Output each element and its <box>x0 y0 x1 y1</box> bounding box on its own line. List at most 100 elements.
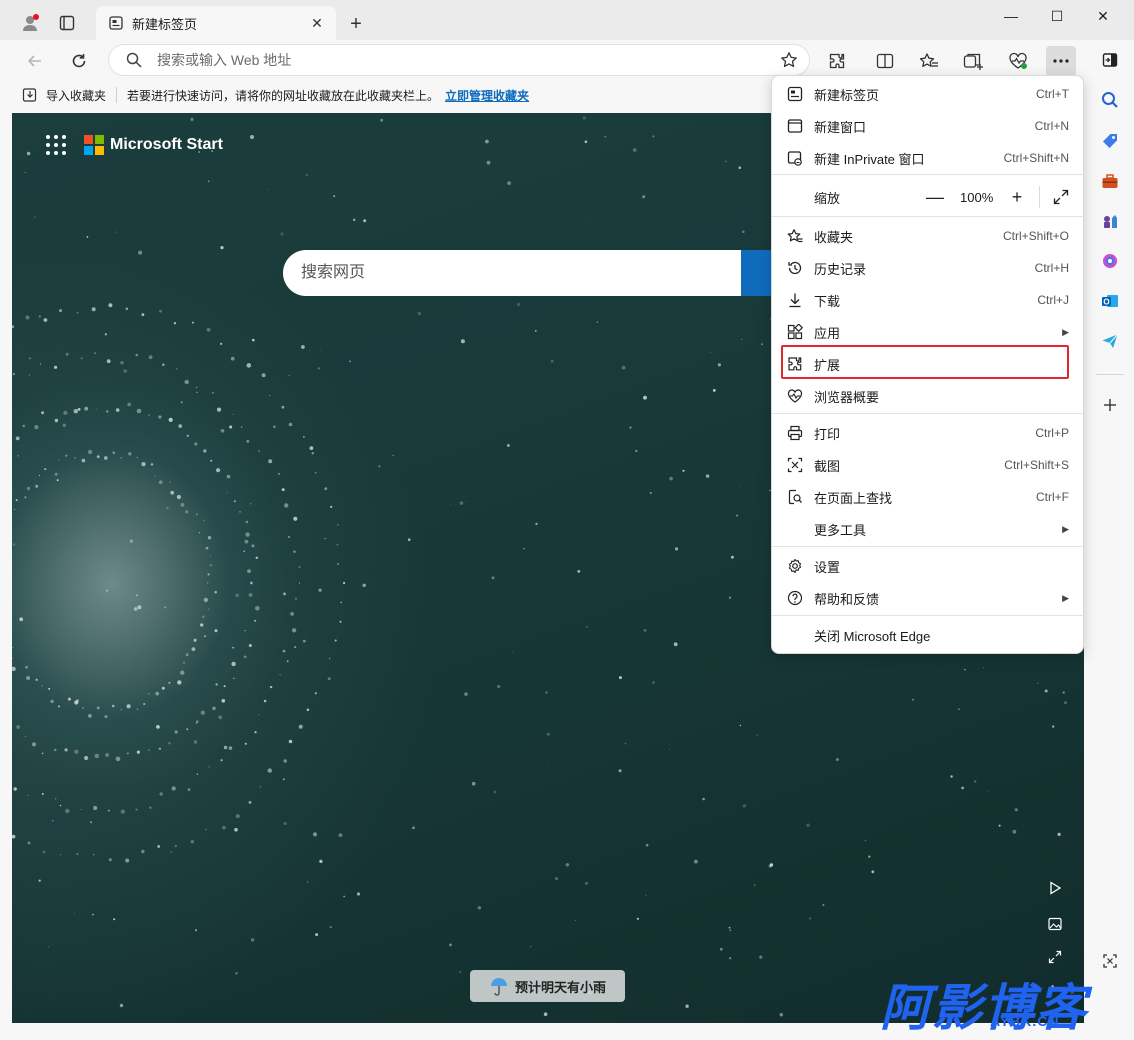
menu-help-and-feedback[interactable]: 帮助和反馈 ▶ <box>776 582 1079 614</box>
favorites-bar-message: 若要进行快速访问，请将你的网址收藏放在此收藏夹栏上。 <box>127 88 440 103</box>
browser-essentials-icon <box>786 387 804 405</box>
menu-separator <box>772 546 1083 547</box>
plus-icon <box>1104 399 1116 411</box>
extensions-highlight-box <box>781 345 1069 379</box>
sidebar-toggle-button[interactable] <box>1095 45 1125 75</box>
menu-find-on-page-shortcut: Ctrl+F <box>1036 490 1069 504</box>
menu-favorites-label: 收藏夹 <box>814 229 854 245</box>
sidebar-add-button[interactable] <box>1095 390 1125 420</box>
profile-button[interactable] <box>16 8 46 38</box>
background-image-button[interactable] <box>1044 913 1066 935</box>
sidebar-search-button[interactable] <box>1095 85 1125 115</box>
play-icon <box>1050 881 1062 895</box>
sidebar-tools-button[interactable] <box>1095 166 1125 196</box>
edge-sidebar: O <box>1086 40 1134 1035</box>
umbrella-icon <box>489 976 509 996</box>
send-plane-icon <box>1102 334 1118 348</box>
sidebar-shopping-button[interactable] <box>1095 126 1125 156</box>
menu-new-inprivate-window-shortcut: Ctrl+Shift+N <box>1003 151 1069 165</box>
favorites-toolbar-button[interactable] <box>914 46 944 76</box>
menu-separator <box>772 174 1083 175</box>
menu-downloads[interactable]: 下载 Ctrl+J <box>776 284 1079 316</box>
menu-history-label: 历史记录 <box>814 261 867 277</box>
menu-help-and-feedback-label: 帮助和反馈 <box>814 591 880 607</box>
sidebar-panel-icon <box>1102 53 1118 67</box>
menu-settings[interactable]: 设置 <box>776 550 1079 582</box>
tab-new-tab[interactable]: 新建标签页 ✕ <box>96 6 336 40</box>
web-search-box[interactable] <box>283 250 783 296</box>
tab-actions-icon <box>59 15 75 31</box>
menu-browser-essentials[interactable]: 浏览器概要 <box>776 380 1079 412</box>
zoom-in-button[interactable]: + <box>1004 184 1030 210</box>
submenu-arrow-icon: ▶ <box>1062 326 1069 337</box>
sidebar-screenshot-button[interactable] <box>1095 946 1125 976</box>
collections-button[interactable] <box>958 46 988 76</box>
import-icon <box>22 88 37 102</box>
import-favorites-button[interactable]: 导入收藏夹 <box>22 87 106 104</box>
close-window-button[interactable]: ✕ <box>1080 0 1126 32</box>
menu-history[interactable]: 历史记录 Ctrl+H <box>776 252 1079 284</box>
inprivate-icon <box>786 149 804 167</box>
fullscreen-button[interactable] <box>1048 184 1074 210</box>
sidebar-games-button[interactable] <box>1095 206 1125 236</box>
refresh-button[interactable] <box>64 46 94 76</box>
fullscreen-background-button[interactable] <box>1044 946 1066 968</box>
menu-apps[interactable]: 应用 ▶ <box>776 316 1079 348</box>
screenshot-icon <box>786 456 804 474</box>
menu-favorites[interactable]: 收藏夹 Ctrl+Shift+O <box>776 220 1079 252</box>
maximize-button[interactable]: ☐ <box>1034 0 1080 32</box>
menu-new-tab-label: 新建标签页 <box>814 87 880 103</box>
manage-favorites-link[interactable]: 立即管理收藏夹 <box>445 87 529 104</box>
menu-print[interactable]: 打印 Ctrl+P <box>776 417 1079 449</box>
menu-screenshot[interactable]: 截图 Ctrl+Shift+S <box>776 449 1079 481</box>
microsoft-start-brand[interactable]: Microsoft Start <box>110 136 223 154</box>
tab-actions-button[interactable] <box>52 8 82 38</box>
apps-icon <box>786 323 804 341</box>
toolbox-icon <box>1102 174 1118 188</box>
web-search-input[interactable] <box>299 263 723 283</box>
menu-close-edge[interactable]: 关闭 Microsoft Edge <box>776 619 1079 651</box>
split-screen-icon <box>876 53 894 69</box>
browser-essentials-button[interactable] <box>1003 46 1033 76</box>
menu-find-on-page[interactable]: 在页面上查找 Ctrl+F <box>776 481 1079 513</box>
zoom-level: 100% <box>960 190 994 205</box>
expand-icon <box>1048 950 1062 964</box>
menu-new-window-shortcut: Ctrl+N <box>1034 119 1069 133</box>
svg-text:O: O <box>1103 298 1109 307</box>
zoom-out-button[interactable]: — <box>922 184 948 210</box>
menu-new-inprivate-window[interactable]: 新建 InPrivate 窗口 Ctrl+Shift+N <box>776 142 1079 174</box>
menu-new-window[interactable]: 新建窗口 Ctrl+N <box>776 110 1079 142</box>
menu-settings-label: 设置 <box>814 559 841 575</box>
collections-icon <box>963 53 983 70</box>
new-tab-button[interactable]: + <box>342 10 370 38</box>
extensions-toolbar-button[interactable] <box>822 46 852 76</box>
play-video-button[interactable] <box>1044 877 1066 899</box>
menu-more-tools[interactable]: 更多工具 ▶ <box>776 513 1079 545</box>
address-input[interactable] <box>155 51 759 69</box>
tab-close-button[interactable]: ✕ <box>306 12 328 34</box>
weather-banner[interactable]: 预计明天有小雨 <box>470 970 625 1002</box>
menu-new-tab[interactable]: 新建标签页 Ctrl+T <box>776 78 1079 110</box>
more-dots-icon <box>1053 59 1069 63</box>
new-tab-icon <box>786 85 804 103</box>
favorites-star-icon <box>919 53 938 67</box>
add-favorite-button[interactable] <box>779 50 799 70</box>
sidebar-drop-button[interactable] <box>1095 326 1125 356</box>
settings-icon <box>786 557 804 575</box>
screenshot-sidebar-icon <box>1103 954 1117 968</box>
split-screen-button[interactable] <box>870 46 900 76</box>
minimize-button[interactable]: — <box>988 0 1034 32</box>
microsoft-start-header: Microsoft Start <box>46 135 223 155</box>
zoom-label: 缩放 <box>814 190 841 206</box>
settings-and-more-button[interactable] <box>1046 46 1076 76</box>
menu-new-window-label: 新建窗口 <box>814 119 867 135</box>
sidebar-outlook-button[interactable]: O <box>1095 286 1125 316</box>
menu-favorites-shortcut: Ctrl+Shift+O <box>1002 229 1069 243</box>
address-bar[interactable] <box>108 44 810 76</box>
back-button[interactable] <box>20 46 50 76</box>
heart-pulse-icon <box>1009 52 1027 69</box>
sidebar-copilot-button[interactable] <box>1095 246 1125 276</box>
star-outline-icon <box>781 52 797 68</box>
app-launcher-icon[interactable] <box>46 135 66 155</box>
chess-piece-icon <box>1104 215 1117 228</box>
